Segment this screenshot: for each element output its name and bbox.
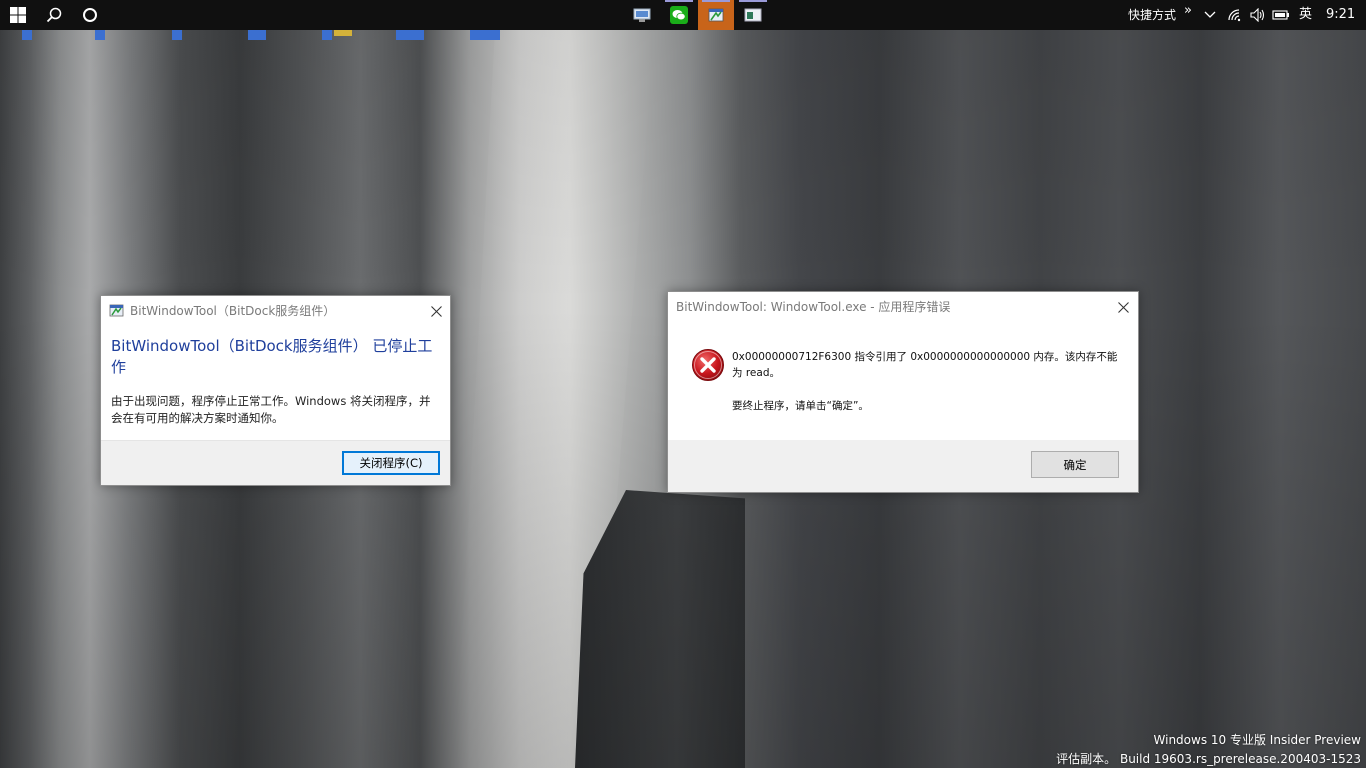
cortana-button[interactable] bbox=[72, 0, 108, 30]
monitor-app-icon bbox=[633, 8, 651, 22]
taskbar: 快捷方式 » 英 9:21 bbox=[0, 0, 1366, 30]
wifi-icon bbox=[1228, 9, 1241, 22]
build-watermark-line1: Windows 10 专业版 Insider Preview bbox=[1153, 733, 1361, 747]
app-error-dialog-titlebar[interactable]: BitWindowTool: WindowTool.exe - 应用程序错误 bbox=[668, 292, 1138, 322]
taskbar-app-bitwindowtool[interactable] bbox=[698, 0, 734, 30]
close-program-button[interactable]: 关闭程序(C) bbox=[342, 451, 440, 475]
taskbar-app-display-settings[interactable] bbox=[624, 0, 660, 30]
running-indicator bbox=[665, 0, 693, 2]
crash-dialog-title: BitWindowTool（BitDock服务组件） bbox=[130, 304, 336, 318]
speaker-icon bbox=[1250, 8, 1265, 22]
desktop-shortcut-peek[interactable] bbox=[334, 30, 352, 36]
running-indicator bbox=[739, 0, 767, 2]
search-button[interactable] bbox=[36, 0, 72, 30]
network-tray-button[interactable] bbox=[1224, 0, 1246, 30]
app-error-dialog-title: BitWindowTool: WindowTool.exe - 应用程序错误 bbox=[676, 300, 951, 314]
wechat-icon bbox=[670, 6, 688, 24]
desktop-shortcut-peek[interactable] bbox=[470, 30, 500, 40]
app-error-message: 0x00000000712F6300 指令引用了 0x0000000000000… bbox=[732, 351, 1118, 379]
ok-button[interactable]: 确定 bbox=[1031, 451, 1119, 478]
bitwindowtool-app-icon bbox=[109, 304, 124, 317]
crash-dialog-titlebar[interactable]: BitWindowTool（BitDock服务组件） bbox=[101, 296, 450, 326]
clock[interactable]: 9:21 bbox=[1326, 0, 1355, 30]
input-method-indicator[interactable]: 英 bbox=[1299, 0, 1312, 30]
chevron-up-icon bbox=[1204, 11, 1216, 18]
cortana-circle-icon bbox=[83, 8, 97, 22]
app-error-instruction: 要终止程序，请单击“确定”。 bbox=[732, 400, 869, 412]
app-error-dialog-close-button[interactable] bbox=[1114, 298, 1132, 316]
window-app-icon bbox=[744, 8, 762, 22]
app-error-dialog-footer: 确定 bbox=[668, 440, 1138, 492]
crash-dialog-body: 由于出现问题，程序停止正常工作。Windows 将关闭程序，并会在有可用的解决方… bbox=[111, 394, 431, 425]
quick-launch-toolbar-label[interactable]: 快捷方式 bbox=[1128, 0, 1176, 30]
crash-dialog-heading: BitWindowTool（BitDock服务组件） 已停止工作 bbox=[111, 337, 433, 376]
battery-charging-icon bbox=[1272, 10, 1289, 20]
desktop-shortcut-peek[interactable] bbox=[248, 30, 266, 40]
show-hidden-icons-chevron[interactable] bbox=[1199, 0, 1221, 30]
desktop-shortcut-peek[interactable] bbox=[172, 30, 182, 40]
close-icon bbox=[1117, 301, 1129, 313]
crash-dialog-close-button[interactable] bbox=[427, 302, 445, 320]
battery-tray-button[interactable] bbox=[1270, 0, 1292, 30]
desktop-shortcut-peek[interactable] bbox=[95, 30, 105, 40]
start-button[interactable] bbox=[0, 0, 36, 30]
desktop-shortcut-peek[interactable] bbox=[22, 30, 32, 40]
build-watermark-line2: 评估副本。 Build 19603.rs_prerelease.200403-1… bbox=[1056, 752, 1361, 766]
volume-tray-button[interactable] bbox=[1247, 0, 1269, 30]
running-indicator bbox=[702, 0, 730, 2]
app-error-dialog: BitWindowTool: WindowTool.exe - 应用程序错误 0… bbox=[667, 291, 1139, 493]
close-icon bbox=[430, 305, 442, 317]
taskbar-app-window[interactable] bbox=[735, 0, 771, 30]
crash-dialog-footer: 关闭程序(C) bbox=[101, 440, 450, 485]
desktop-shortcut-peek[interactable] bbox=[396, 30, 424, 40]
search-icon bbox=[46, 7, 62, 23]
error-icon bbox=[692, 349, 724, 381]
crash-dialog: BitWindowTool（BitDock服务组件） BitWindowTool… bbox=[100, 295, 451, 486]
desktop-shortcut-peek[interactable] bbox=[322, 30, 332, 40]
windows-logo-icon bbox=[10, 7, 26, 23]
taskbar-app-wechat[interactable] bbox=[661, 0, 697, 30]
toolbar-overflow-chevron[interactable]: » bbox=[1184, 0, 1192, 26]
bitwindowtool-icon bbox=[708, 8, 724, 22]
